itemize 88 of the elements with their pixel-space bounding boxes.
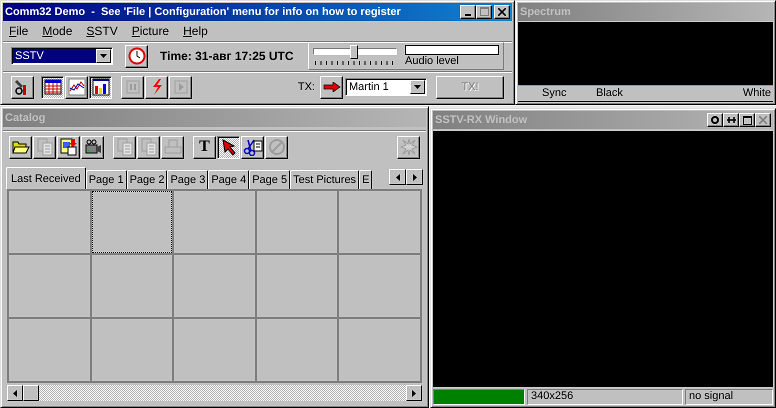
tab[interactable]: Test Pictures	[290, 170, 360, 189]
menu-item[interactable]: Help	[183, 24, 208, 38]
thumbnail-slot[interactable]	[174, 255, 255, 317]
thumbnail-slot[interactable]	[92, 255, 172, 317]
scissors-icon	[242, 138, 262, 156]
thumbnail-slot[interactable]	[92, 191, 172, 253]
camera-icon	[84, 138, 102, 156]
documents-icon	[116, 138, 134, 156]
bar-chart-icon	[92, 78, 110, 96]
close-icon	[498, 8, 506, 16]
toolbar-button[interactable]	[41, 76, 64, 99]
tab[interactable]: E	[359, 170, 372, 189]
scroll-right-button[interactable]	[406, 169, 423, 185]
window-title: Spectrum	[520, 6, 572, 18]
time-label: Time: 31-авг 17:25 UTC	[160, 49, 294, 64]
cursor-icon	[220, 138, 238, 156]
clock-button[interactable]	[125, 44, 148, 68]
clock-icon	[128, 47, 146, 66]
toolbar-button[interactable]: T	[193, 136, 216, 158]
mode-dropdown[interactable]: SSTV	[11, 47, 113, 66]
documents-icon	[140, 138, 158, 156]
menu-item[interactable]: File	[9, 24, 28, 38]
tab[interactable]: Last Received	[6, 167, 86, 189]
thumbnail-slot[interactable]	[339, 191, 420, 253]
maximize-icon	[480, 7, 488, 16]
signal-status: no signal	[685, 389, 773, 405]
folder-icon	[12, 140, 30, 154]
calendar-icon	[44, 78, 62, 96]
minimize-button[interactable]	[460, 4, 476, 19]
dropdown-arrow-icon	[100, 54, 107, 58]
thumbnail-slot[interactable]	[174, 191, 255, 253]
thumbnail-slot[interactable]	[339, 255, 420, 317]
thumbnail-slot[interactable]	[256, 255, 338, 317]
document-icon	[36, 138, 54, 156]
thumbnail-slot[interactable]	[9, 255, 90, 317]
image-size-label: 340x256	[527, 389, 683, 405]
pause-icon	[126, 80, 140, 94]
thumbnail-slot[interactable]	[256, 191, 338, 253]
scroll-left-button[interactable]	[389, 169, 406, 185]
tab[interactable]: Page 2	[126, 170, 168, 189]
scale-label: Black	[596, 87, 623, 99]
toolbar-button[interactable]	[89, 76, 112, 99]
document-arrow-icon	[60, 138, 78, 156]
thumbnail-slot[interactable]	[174, 319, 255, 381]
scale-label: White	[742, 87, 771, 99]
scale-label: Sync	[542, 87, 566, 99]
maximize-icon	[742, 116, 752, 124]
dropdown-arrow-icon	[414, 85, 421, 90]
maximize-button[interactable]	[476, 4, 492, 19]
maximize-button[interactable]	[739, 113, 755, 127]
arrows-icon	[726, 116, 736, 124]
window-title: Catalog	[5, 112, 46, 124]
left-arrow-icon	[396, 174, 400, 180]
horizontal-scrollbar[interactable]	[7, 385, 422, 401]
line-chart-icon	[68, 78, 86, 96]
menu-item[interactable]: Mode	[42, 24, 72, 38]
menu-item[interactable]: Picture	[132, 24, 170, 38]
minimize-icon	[465, 14, 471, 16]
thumbnail-slot[interactable]	[256, 319, 338, 381]
right-arrow-icon	[412, 174, 416, 180]
prohibited-icon	[268, 138, 286, 156]
record-button[interactable]	[707, 113, 723, 127]
tab[interactable]: Page 1	[86, 170, 127, 189]
burst-icon	[400, 138, 418, 156]
tx-label: TX:	[298, 81, 315, 94]
left-arrow-icon	[13, 390, 17, 396]
close-button[interactable]	[494, 4, 510, 19]
printer-icon	[164, 139, 182, 155]
thumbnail-slot[interactable]	[92, 319, 172, 381]
tx-arrow-button[interactable]	[320, 76, 343, 99]
toolbar-button[interactable]	[217, 136, 240, 158]
window-title: SSTV-RX Window	[435, 114, 528, 126]
audio-level-label: Audio level	[405, 55, 460, 68]
thumbnail-slot[interactable]	[9, 191, 90, 253]
tab[interactable]: Page 3	[167, 170, 208, 189]
close-icon	[759, 116, 767, 124]
thumbnail-slot[interactable]	[9, 319, 90, 381]
tx-mode-dropdown[interactable]: Martin 1	[345, 78, 427, 96]
tab[interactable]: Page 5	[249, 170, 290, 189]
menu-item[interactable]: SSTV	[86, 24, 118, 38]
circle-icon	[711, 116, 719, 124]
play-icon	[174, 80, 188, 94]
close-button[interactable]	[755, 113, 771, 127]
tab[interactable]: Page 4	[208, 170, 250, 189]
thumbnail-slot[interactable]	[339, 319, 420, 381]
right-arrow-icon	[412, 390, 416, 396]
window-title: Comm32 Demo - See 'File | Configuration' menu for info on how to register	[5, 6, 402, 18]
arrow-icon	[322, 82, 340, 92]
